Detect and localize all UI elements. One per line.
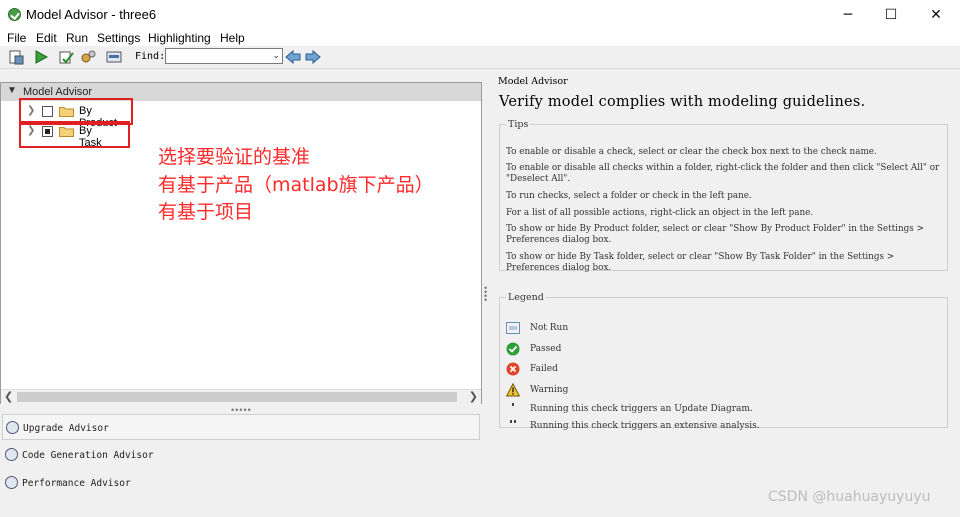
scroll-right-icon[interactable]: ❯ (469, 390, 478, 403)
run-icon[interactable] (33, 49, 49, 65)
legend-text: Warning (530, 385, 569, 395)
menu-settings[interactable]: Settings (97, 31, 140, 45)
legend-text: Passed (530, 344, 562, 354)
code-generation-advisor-item[interactable]: Code Generation Advisor (2, 442, 480, 468)
code-generation-advisor-label: Code Generation Advisor (22, 450, 154, 461)
settings-icon[interactable] (80, 49, 96, 65)
legend-text: Failed (530, 364, 558, 374)
menu-file[interactable]: File (7, 31, 26, 45)
upgrade-advisor-icon (6, 421, 19, 434)
legend-extensive-analysis: Running this check triggers an extensive… (506, 419, 936, 435)
tip-2: To enable or disable all checks within a… (506, 163, 940, 184)
annotation-line-1: 选择要验证的基准 (158, 146, 311, 168)
window-title: Model Advisor - three6 (26, 7, 157, 22)
toolbar: Find: ⌄ (0, 46, 960, 69)
annotation-line-3: 有基于项目 (158, 201, 254, 223)
legend-text: Not Run (530, 323, 569, 333)
passed-icon (506, 342, 520, 356)
report-icon[interactable] (8, 49, 24, 65)
code-generation-advisor-icon (5, 448, 18, 461)
warning-icon (506, 383, 520, 397)
tips-legend: Tips (508, 119, 529, 130)
model-advisor-app-icon (8, 8, 21, 21)
legend-title: Legend (508, 292, 544, 303)
tip-3: To run checks, select a folder or check … (506, 191, 752, 201)
highlight-icon[interactable] (106, 49, 122, 65)
legend-text: Running this check triggers an Update Di… (530, 404, 753, 414)
find-input[interactable] (168, 49, 268, 62)
tip-5: To show or hide By Product folder, selec… (506, 224, 924, 245)
maximize-button[interactable]: ☐ (868, 0, 914, 30)
chevron-down-icon[interactable]: ▼ (7, 85, 17, 96)
legend-passed: Passed (506, 342, 936, 358)
extensive-analysis-icon (510, 420, 516, 423)
legend-warning: Warning (506, 383, 936, 399)
back-arrow-icon[interactable] (285, 49, 301, 65)
tip-1: To enable or disable a check, select or … (506, 147, 877, 157)
find-label: Find: (135, 51, 166, 62)
upgrade-advisor-label: Upgrade Advisor (23, 423, 109, 434)
failed-icon (506, 362, 520, 376)
find-combobox[interactable]: ⌄ (165, 48, 283, 64)
legend-update-diagram: Running this check triggers an Update Di… (506, 402, 936, 418)
horizontal-scrollbar[interactable]: ❮ ❯ (1, 389, 481, 404)
minimize-button[interactable]: ─ (825, 0, 871, 30)
edit-check-icon[interactable] (58, 49, 74, 65)
menu-highlighting[interactable]: Highlighting (148, 31, 211, 45)
menu-bar: File Edit Run Settings Highlighting Help (0, 30, 960, 46)
menu-help[interactable]: Help (220, 31, 245, 45)
legend-failed: Failed (506, 362, 936, 378)
tips-group: Tips To enable or disable a check, selec… (499, 119, 948, 273)
forward-arrow-icon[interactable] (305, 49, 321, 65)
details-pane: Model Advisor Verify model complies with… (490, 70, 960, 517)
breadcrumb: Model Advisor (498, 76, 568, 87)
check-tree-pane[interactable]: ▼ Model Advisor ❯ By Product ❯ By Task 选… (0, 82, 482, 404)
scroll-left-icon[interactable]: ❮ (4, 390, 13, 403)
chevron-down-icon[interactable]: ⌄ (272, 50, 280, 61)
close-button[interactable]: ✕ (913, 0, 959, 30)
performance-advisor-icon (5, 476, 18, 489)
tip-4: For a list of all possible actions, righ… (506, 208, 814, 218)
title-bar: Model Advisor - three6 ─ ☐ ✕ (0, 0, 960, 30)
legend-not-run: Not Run (506, 321, 936, 337)
watermark: CSDN @huahuayuyuyu (768, 489, 931, 505)
menu-edit[interactable]: Edit (36, 31, 57, 45)
legend-text: Running this check triggers an extensive… (530, 421, 760, 431)
legend-group: Legend Not Run Passed Failed Warning Run… (499, 292, 948, 431)
menu-run[interactable]: Run (66, 31, 88, 45)
highlight-box-by-task (19, 121, 130, 148)
page-title: Verify model complies with modeling guid… (499, 94, 866, 110)
tip-6: To show or hide By Task folder, select o… (506, 252, 895, 273)
performance-advisor-item[interactable]: Performance Advisor (2, 470, 480, 496)
update-diagram-icon (512, 403, 514, 406)
vertical-splitter[interactable]: • • • • (484, 284, 487, 305)
not-run-icon (506, 322, 520, 334)
annotation-line-2: 有基于产品（matlab旗下产品） (158, 174, 434, 196)
tree-root-label: Model Advisor (23, 86, 93, 98)
upgrade-advisor-item[interactable]: Upgrade Advisor (2, 414, 480, 440)
scrollbar-thumb[interactable] (17, 392, 457, 402)
performance-advisor-label: Performance Advisor (22, 478, 131, 489)
